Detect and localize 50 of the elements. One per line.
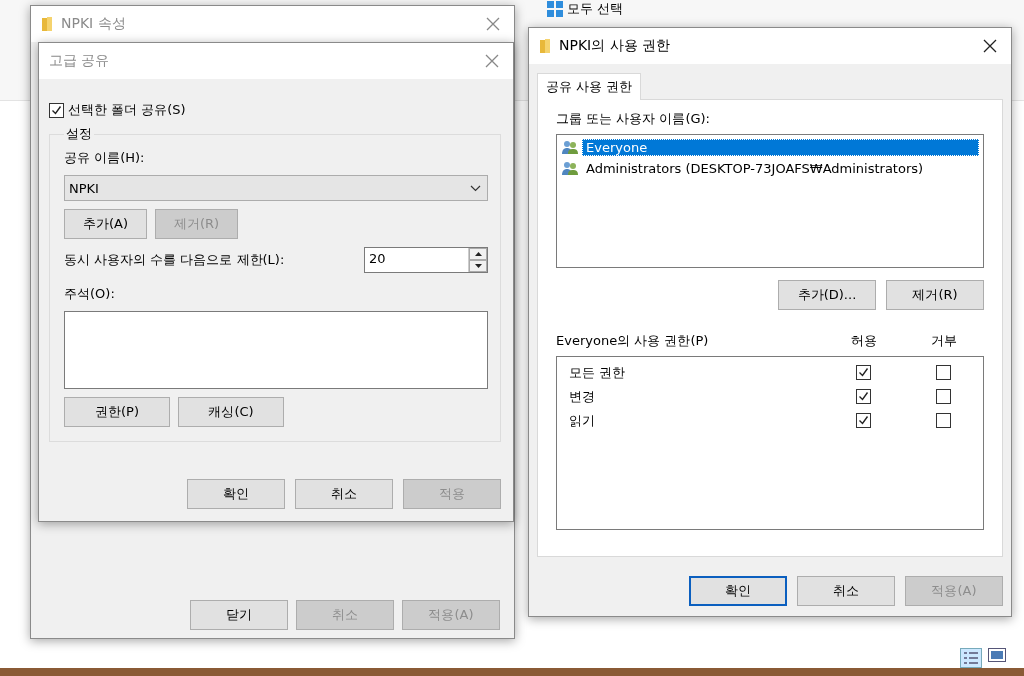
close-icon	[485, 54, 499, 68]
folder-icon	[539, 38, 551, 54]
dialog-button[interactable]: 제거(R)	[886, 279, 984, 310]
checkbox[interactable]	[855, 389, 871, 405]
dialog-button[interactable]: 닫기	[190, 600, 288, 630]
window-title: NPKI의 사용 권한	[559, 37, 672, 55]
user-item[interactable]: Administrators (DESKTOP-73JOAFS₩Administrators)	[582, 160, 928, 177]
column-header: 허용	[850, 331, 878, 350]
checkbox-label: 선택한 폴더 공유(S)	[68, 101, 186, 119]
checkbox[interactable]	[855, 365, 871, 381]
dialog-button[interactable]: 권한(P)	[64, 397, 170, 427]
field-label: 그룹 또는 사용자 이름(G):	[556, 110, 711, 128]
tab[interactable]: 공유 사용 권한	[537, 73, 642, 100]
field-label: 공유 이름(H):	[64, 149, 146, 167]
chevron-down-icon	[470, 184, 481, 192]
field-label: Everyone의 사용 권한(P)	[556, 331, 710, 350]
window-title: NPKI 속성	[61, 15, 127, 33]
checkbox[interactable]	[855, 413, 871, 429]
window-title: 고급 공유	[49, 52, 111, 70]
permission-name: 변경	[569, 387, 596, 406]
folder-icon	[41, 16, 53, 32]
checkbox[interactable]	[935, 365, 951, 381]
field-label: 주석(O):	[64, 285, 116, 303]
dialog-button[interactable]: 추가(A)	[64, 209, 147, 239]
checkbox[interactable]	[49, 102, 64, 118]
group-title: 설정	[65, 125, 93, 143]
dialog-button[interactable]: 확인	[689, 576, 787, 606]
preview-view-icon[interactable]	[988, 648, 1006, 662]
toolbar-item[interactable]: 모두 선택	[567, 0, 624, 18]
share-name-dropdown[interactable]: NPKI	[64, 175, 488, 201]
dialog-button[interactable]: 확인	[187, 479, 285, 509]
dialog-button[interactable]: 취소	[295, 479, 393, 509]
details-view-icon[interactable]	[960, 648, 982, 668]
dialog-button[interactable]: 취소	[797, 576, 895, 606]
checkbox[interactable]	[935, 389, 951, 405]
user-limit-spinner[interactable]: 20	[364, 247, 488, 273]
users-icon	[561, 161, 579, 176]
checkbox[interactable]	[935, 413, 951, 429]
column-header: 거부	[930, 331, 958, 350]
dialog-button[interactable]: 캐싱(C)	[178, 397, 284, 427]
comment-field[interactable]	[64, 311, 488, 389]
user-item[interactable]: Everyone	[582, 139, 979, 156]
dialog-button[interactable]: 추가(D)...	[778, 279, 876, 310]
permission-name: 모든 권한	[569, 363, 627, 382]
close-icon	[486, 17, 500, 31]
users-icon	[561, 140, 579, 155]
close-icon	[983, 39, 997, 53]
permission-name: 읽기	[569, 411, 596, 430]
grid-icon	[547, 1, 563, 17]
field-label: 동시 사용자의 수를 다음으로 제한(L):	[64, 251, 285, 269]
